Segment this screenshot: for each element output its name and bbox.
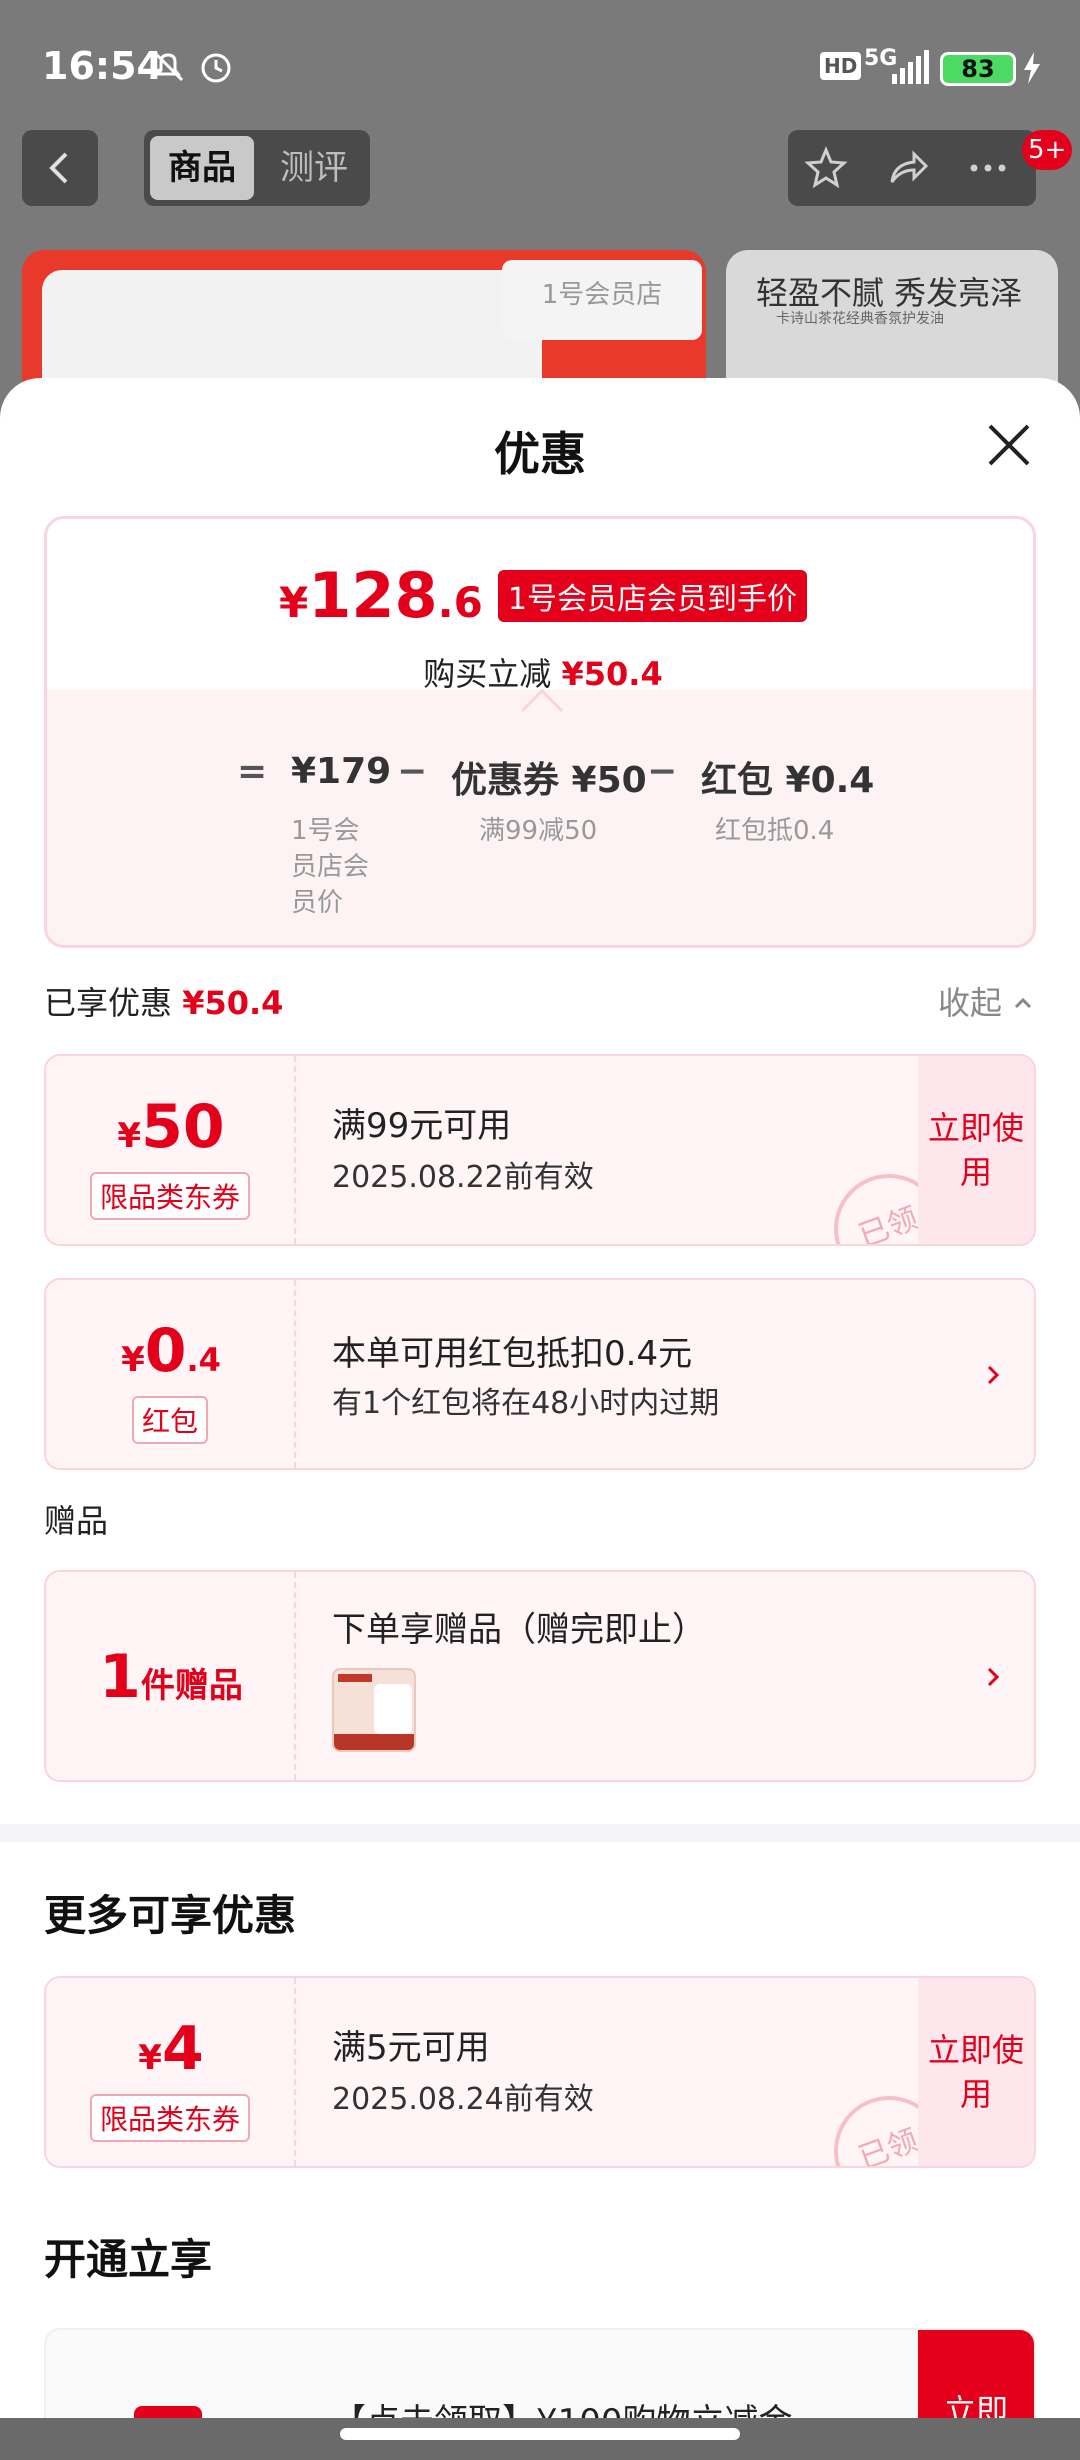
close-button[interactable] xyxy=(984,420,1034,470)
notification-badge: 5+ xyxy=(1022,130,1073,170)
system-nav-bar xyxy=(0,2418,1080,2460)
mute-bell-icon xyxy=(148,46,188,90)
base-price: ¥179 xyxy=(291,751,392,792)
coupon-amount: ¥4 xyxy=(138,2014,204,2084)
minus-sign: − xyxy=(647,751,678,792)
claim-button[interactable]: 立即 xyxy=(918,2330,1034,2418)
coupon-desc: 满99减50 xyxy=(479,816,598,846)
battery-indicator: 83 xyxy=(940,52,1016,86)
home-indicator[interactable] xyxy=(340,2428,740,2440)
signal-icon xyxy=(890,50,930,90)
redpack-desc: 红包抵0.4 xyxy=(715,816,835,846)
membership-card[interactable]: 【点击领取】¥100购物立减金 立即 xyxy=(44,2328,1036,2418)
tab-review[interactable]: 测评 xyxy=(264,136,364,200)
coupon-value-panel: ¥4 限品类东券 xyxy=(46,1978,296,2166)
membership-icon xyxy=(134,2406,202,2418)
redpacket-card[interactable]: ¥0.4 红包 本单可用红包抵扣0.4元 有1个红包将在48小时内过期 xyxy=(44,1278,1036,1470)
gift-card[interactable]: 1件赠品 下单享赠品（赠完即止） xyxy=(44,1570,1036,1782)
coupon-value-panel: ¥50 限品类东券 xyxy=(46,1056,296,1244)
coupon-amount: ¥50 xyxy=(117,1092,225,1162)
gift-thumbnail xyxy=(332,1668,416,1752)
chevron-up-icon xyxy=(1015,997,1032,1009)
open-membership-heading: 开通立享 xyxy=(44,2235,213,2284)
price-summary: ¥128.6 1号会员店会员到手价 购买立减 ¥50.4 = ¥179 − 优惠… xyxy=(44,516,1036,948)
gift-title: 下单享赠品（赠完即止） xyxy=(332,1610,706,1650)
sheet-title: 优惠 xyxy=(494,427,586,481)
action-bar xyxy=(788,130,1036,206)
coupon-expiry: 2025.08.22前有效 xyxy=(332,1160,594,1195)
redpack-deduction: 红包 ¥0.4 xyxy=(701,760,875,801)
collapse-button[interactable]: 收起 xyxy=(938,978,1034,1024)
coupon-card: ¥4 限品类东券 满5元可用 2025.08.24前有效 已领 立即使用 xyxy=(44,1976,1036,2168)
chevron-right-icon xyxy=(987,1667,1000,1687)
tab-switcher: 商品 测评 xyxy=(144,130,370,206)
redpacket-tag: 红包 xyxy=(131,1396,209,1444)
coupon-expiry: 2025.08.24前有效 xyxy=(332,2082,594,2117)
use-coupon-button[interactable]: 立即使用 xyxy=(918,1056,1034,1244)
top-nav: 商品 测评 5+ xyxy=(0,130,1080,230)
alarm-icon xyxy=(196,46,236,90)
coupon-type-tag: 限品类东券 xyxy=(89,2094,251,2142)
star-icon[interactable] xyxy=(802,144,850,192)
coupon-deduction: 优惠券 ¥50 xyxy=(451,760,647,801)
store-logo: 1号会员店 xyxy=(502,260,702,340)
minus-sign: − xyxy=(397,751,428,792)
more-icon[interactable] xyxy=(964,144,1012,192)
status-bar: 16:54 HD 5G 83 xyxy=(0,0,1080,130)
promo-right-subtitle: 卡诗山茶花经典香氛护发油 xyxy=(776,311,944,327)
status-time: 16:54 xyxy=(42,44,163,88)
coupon-type-tag: 限品类东券 xyxy=(89,1172,251,1220)
chevron-right-icon xyxy=(987,1365,1000,1385)
membership-offer-text: 【点击领取】¥100购物立减金 xyxy=(332,2394,793,2418)
more-discounts-heading: 更多可享优惠 xyxy=(44,1891,297,1940)
redpacket-amount: ¥0.4 xyxy=(121,1316,221,1386)
instant-reduction: 购买立减 ¥50.4 xyxy=(423,655,663,693)
redpacket-subtitle: 有1个红包将在48小时内过期 xyxy=(332,1386,720,1421)
coupon-condition: 满99元可用 xyxy=(332,1106,512,1146)
hd-icon: HD xyxy=(820,52,862,80)
discount-sheet: 优惠 ¥128.6 1号会员店会员到手价 购买立减 ¥50.4 = ¥179 −… xyxy=(0,378,1080,2418)
gift-count: 1件赠品 xyxy=(99,1642,243,1712)
back-button[interactable] xyxy=(22,130,98,206)
price-tag: 1号会员店会员到手价 xyxy=(497,569,808,622)
close-icon xyxy=(988,424,1030,466)
enjoyed-discount-label: 已享优惠 ¥50.4 xyxy=(44,984,284,1022)
section-divider xyxy=(0,1824,1080,1842)
gift-section-label: 赠品 xyxy=(44,1502,109,1540)
redpacket-title: 本单可用红包抵扣0.4元 xyxy=(332,1334,693,1374)
charging-icon xyxy=(1022,52,1042,88)
coupon-condition: 满5元可用 xyxy=(332,2028,490,2068)
background-page: 16:54 HD 5G 83 商品 测评 5+ 1号会员店 轻盈不腻 秀发亮泽 … xyxy=(0,0,1080,420)
equals-sign: = xyxy=(237,751,268,792)
final-price: ¥128.6 xyxy=(278,559,483,632)
summary-notch xyxy=(520,688,564,732)
back-arrow-icon xyxy=(49,152,68,184)
share-icon[interactable] xyxy=(884,144,932,192)
gift-count-panel: 1件赠品 xyxy=(46,1572,296,1780)
coupon-card: ¥50 限品类东券 满99元可用 2025.08.22前有效 已领 立即使用 xyxy=(44,1054,1036,1246)
use-coupon-button[interactable]: 立即使用 xyxy=(918,1978,1034,2166)
redpacket-value-panel: ¥0.4 红包 xyxy=(46,1280,296,1468)
final-price-row: ¥128.6 1号会员店会员到手价 xyxy=(47,559,1039,632)
tab-goods[interactable]: 商品 xyxy=(150,136,254,200)
base-price-desc: 1号会员店会员价 xyxy=(291,816,370,918)
